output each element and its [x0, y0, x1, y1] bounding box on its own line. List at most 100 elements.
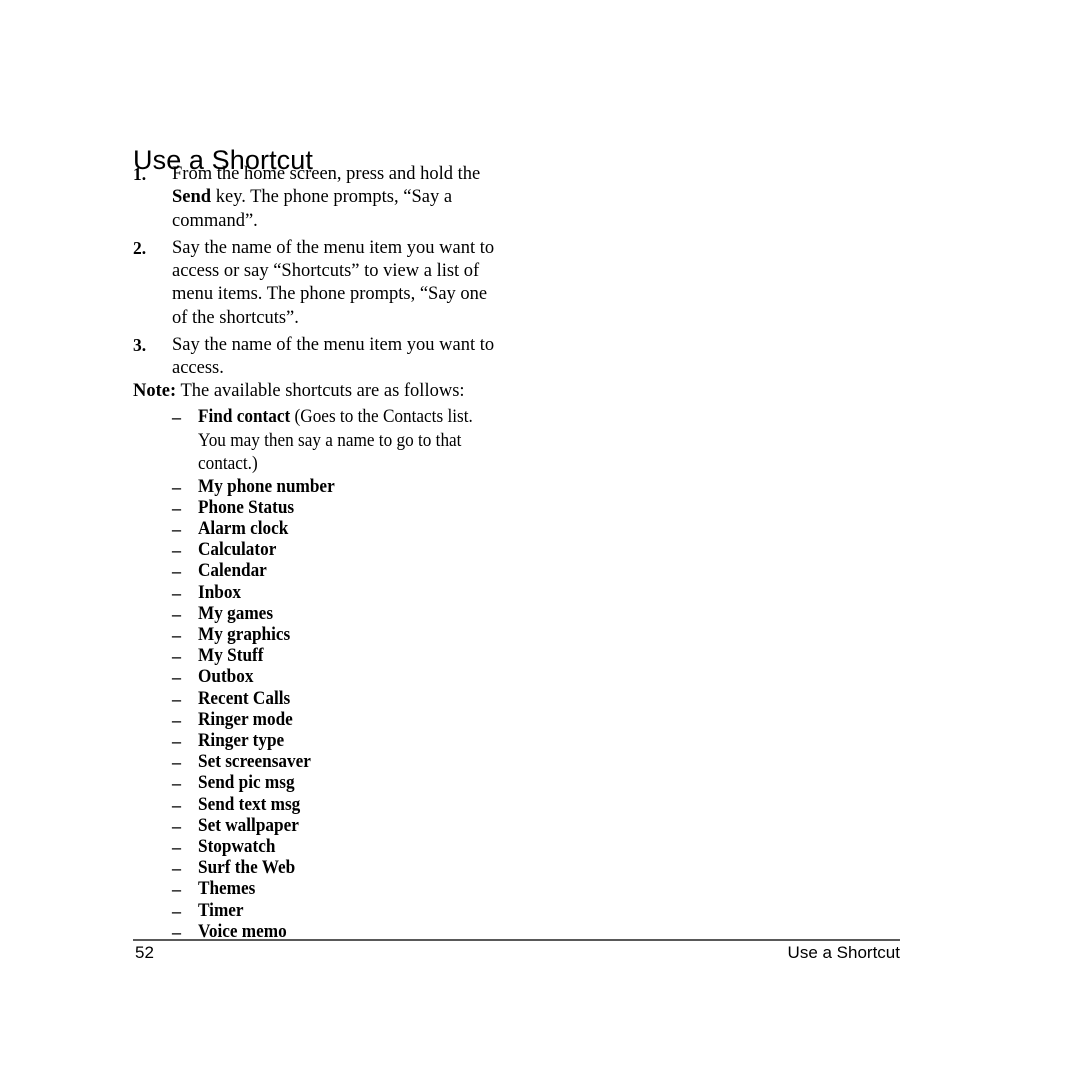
step-text: From the home screen, press and hold the… — [172, 163, 507, 233]
shortcut-list-item: – Recent Calls — [172, 689, 512, 710]
shortcut-item-label: Recent Calls — [198, 688, 291, 709]
shortcut-item-body: Inbox — [198, 583, 490, 604]
shortcut-item-label: Calendar — [198, 561, 267, 582]
shortcut-item-label: Send pic msg — [198, 773, 295, 794]
shortcut-item-body: Set screensaver — [198, 752, 490, 773]
note-label: Note: — [133, 381, 177, 401]
step-number: 2. — [133, 237, 147, 258]
step-text-emphasis: Send — [172, 187, 212, 208]
shortcut-item-label: Send text msg — [198, 794, 301, 815]
shortcut-item-label: Outbox — [198, 667, 254, 688]
shortcut-list-item: – Send text msg — [172, 795, 512, 816]
bullet-dash-marker: – — [172, 900, 181, 921]
shortcut-item-body: My Stuff — [198, 646, 490, 667]
bullet-dash-marker: – — [172, 407, 181, 427]
shortcut-item-body: Timer — [198, 901, 490, 922]
shortcut-item-label: Stopwatch — [198, 836, 276, 857]
shortcut-item-label: My phone number — [198, 476, 335, 497]
shortcut-list-item: – Calendar — [172, 561, 512, 582]
bullet-dash-marker: – — [172, 879, 181, 900]
bullet-dash-marker: – — [172, 476, 181, 497]
shortcut-item-body: Surf the Web — [198, 858, 490, 879]
shortcut-item-body: Outbox — [198, 667, 490, 688]
numbered-step: 3. Say the name of the menu item you want… — [133, 334, 513, 381]
shortcut-item-label: Ringer type — [198, 730, 285, 751]
document-page: Use a Shortcut 1. From the home screen, p… — [0, 0, 1080, 1080]
bullet-dash-marker: – — [172, 688, 181, 709]
shortcut-item-body: My graphics — [198, 625, 490, 646]
note-line: Note: The available shortcuts are as fol… — [133, 380, 465, 402]
shortcut-list-item: – Phone Status — [172, 498, 512, 519]
note-text: The available shortcuts are as follows: — [176, 381, 465, 401]
shortcut-item-body: Find contact (Goes to the Contacts list.… — [198, 406, 490, 477]
shortcut-item-body: Themes — [198, 879, 490, 900]
shortcut-item-label: Phone Status — [198, 497, 295, 518]
shortcut-item-label: Surf the Web — [198, 858, 296, 879]
shortcut-item-body: Set wallpaper — [198, 816, 490, 837]
shortcut-item-label: Calculator — [198, 540, 277, 561]
shortcut-item-label: My Stuff — [198, 646, 264, 667]
shortcut-item-body: Phone Status — [198, 498, 490, 519]
step-text-run: From the home screen, press and hold the — [172, 164, 481, 184]
step-number: 1. — [133, 164, 147, 184]
bullet-dash-marker: – — [172, 582, 181, 603]
shortcut-item-body: Ringer type — [198, 731, 490, 752]
numbered-step: 2. Say the name of the menu item you want… — [133, 237, 513, 330]
shortcut-item-body: Send text msg — [198, 795, 490, 816]
shortcut-item-body: Stopwatch — [198, 837, 490, 858]
shortcut-item-body: Ringer mode — [198, 710, 490, 731]
shortcut-item-label: Set screensaver — [198, 752, 311, 773]
shortcut-item-label: Find contact — [198, 407, 291, 427]
shortcut-item-label: Set wallpaper — [198, 815, 299, 836]
shortcut-list-item: – My games — [172, 604, 512, 625]
bullet-dash-marker: – — [172, 497, 181, 518]
shortcut-list-item: – My phone number — [172, 477, 512, 498]
shortcut-list-item: – My Stuff — [172, 646, 512, 667]
bullet-dash-marker: – — [172, 773, 181, 794]
shortcut-list-item: – My graphics — [172, 625, 512, 646]
footer-divider — [133, 939, 900, 941]
shortcut-item-body: My phone number — [198, 477, 490, 498]
shortcut-item-body: Calculator — [198, 540, 490, 561]
shortcut-item-body: Alarm clock — [198, 519, 490, 540]
numbered-steps-list: 1. From the home screen, press and hold t… — [133, 163, 513, 385]
shortcut-item-body: My games — [198, 604, 490, 625]
shortcut-list-item: – Send pic msg — [172, 773, 512, 794]
bullet-dash-marker: – — [172, 752, 181, 773]
bullet-dash-marker: – — [172, 540, 181, 561]
shortcut-item-label: My games — [198, 603, 274, 624]
bullet-dash-marker: – — [172, 836, 181, 857]
shortcut-item-label: My graphics — [198, 624, 291, 645]
shortcut-item-label: Timer — [198, 900, 244, 921]
shortcut-item-label: Themes — [198, 879, 256, 900]
shortcut-list-item: – Alarm clock — [172, 519, 512, 540]
step-text: Say the name of the menu item you want t… — [172, 334, 507, 381]
shortcut-list-item: – Set wallpaper — [172, 816, 512, 837]
shortcut-item-body: Calendar — [198, 561, 490, 582]
numbered-step: 1. From the home screen, press and hold t… — [133, 163, 513, 233]
footer-running-title: Use a Shortcut — [787, 943, 900, 962]
bullet-dash-marker: – — [172, 518, 181, 539]
shortcut-item-label: Ringer mode — [198, 709, 293, 730]
shortcut-item-body: Send pic msg — [198, 773, 490, 794]
bullet-dash-marker: – — [172, 603, 181, 624]
shortcut-list-item: – Inbox — [172, 583, 512, 604]
shortcut-item-label: Alarm clock — [198, 518, 289, 539]
shortcut-list-item: – Ringer mode — [172, 710, 512, 731]
bullet-dash-marker: – — [172, 794, 181, 815]
footer-page-number: 52 — [135, 943, 154, 962]
shortcut-list-item: – Find contact (Goes to the Contacts list… — [172, 406, 512, 477]
bullet-dash-marker: – — [172, 709, 181, 730]
bullet-dash-marker: – — [172, 667, 181, 688]
shortcut-list-item: – Calculator — [172, 540, 512, 561]
bullet-dash-marker: – — [172, 646, 181, 667]
shortcuts-bullet-list: – Find contact (Goes to the Contacts list… — [172, 406, 512, 943]
bullet-dash-marker: – — [172, 858, 181, 879]
bullet-dash-marker: – — [172, 730, 181, 751]
shortcut-list-item: – Set screensaver — [172, 752, 512, 773]
shortcut-item-body: Recent Calls — [198, 689, 490, 710]
bullet-dash-marker: – — [172, 624, 181, 645]
shortcut-list-item: – Stopwatch — [172, 837, 512, 858]
step-text-run: Say the name of the menu item you want t… — [172, 237, 495, 328]
step-number: 3. — [133, 335, 147, 356]
